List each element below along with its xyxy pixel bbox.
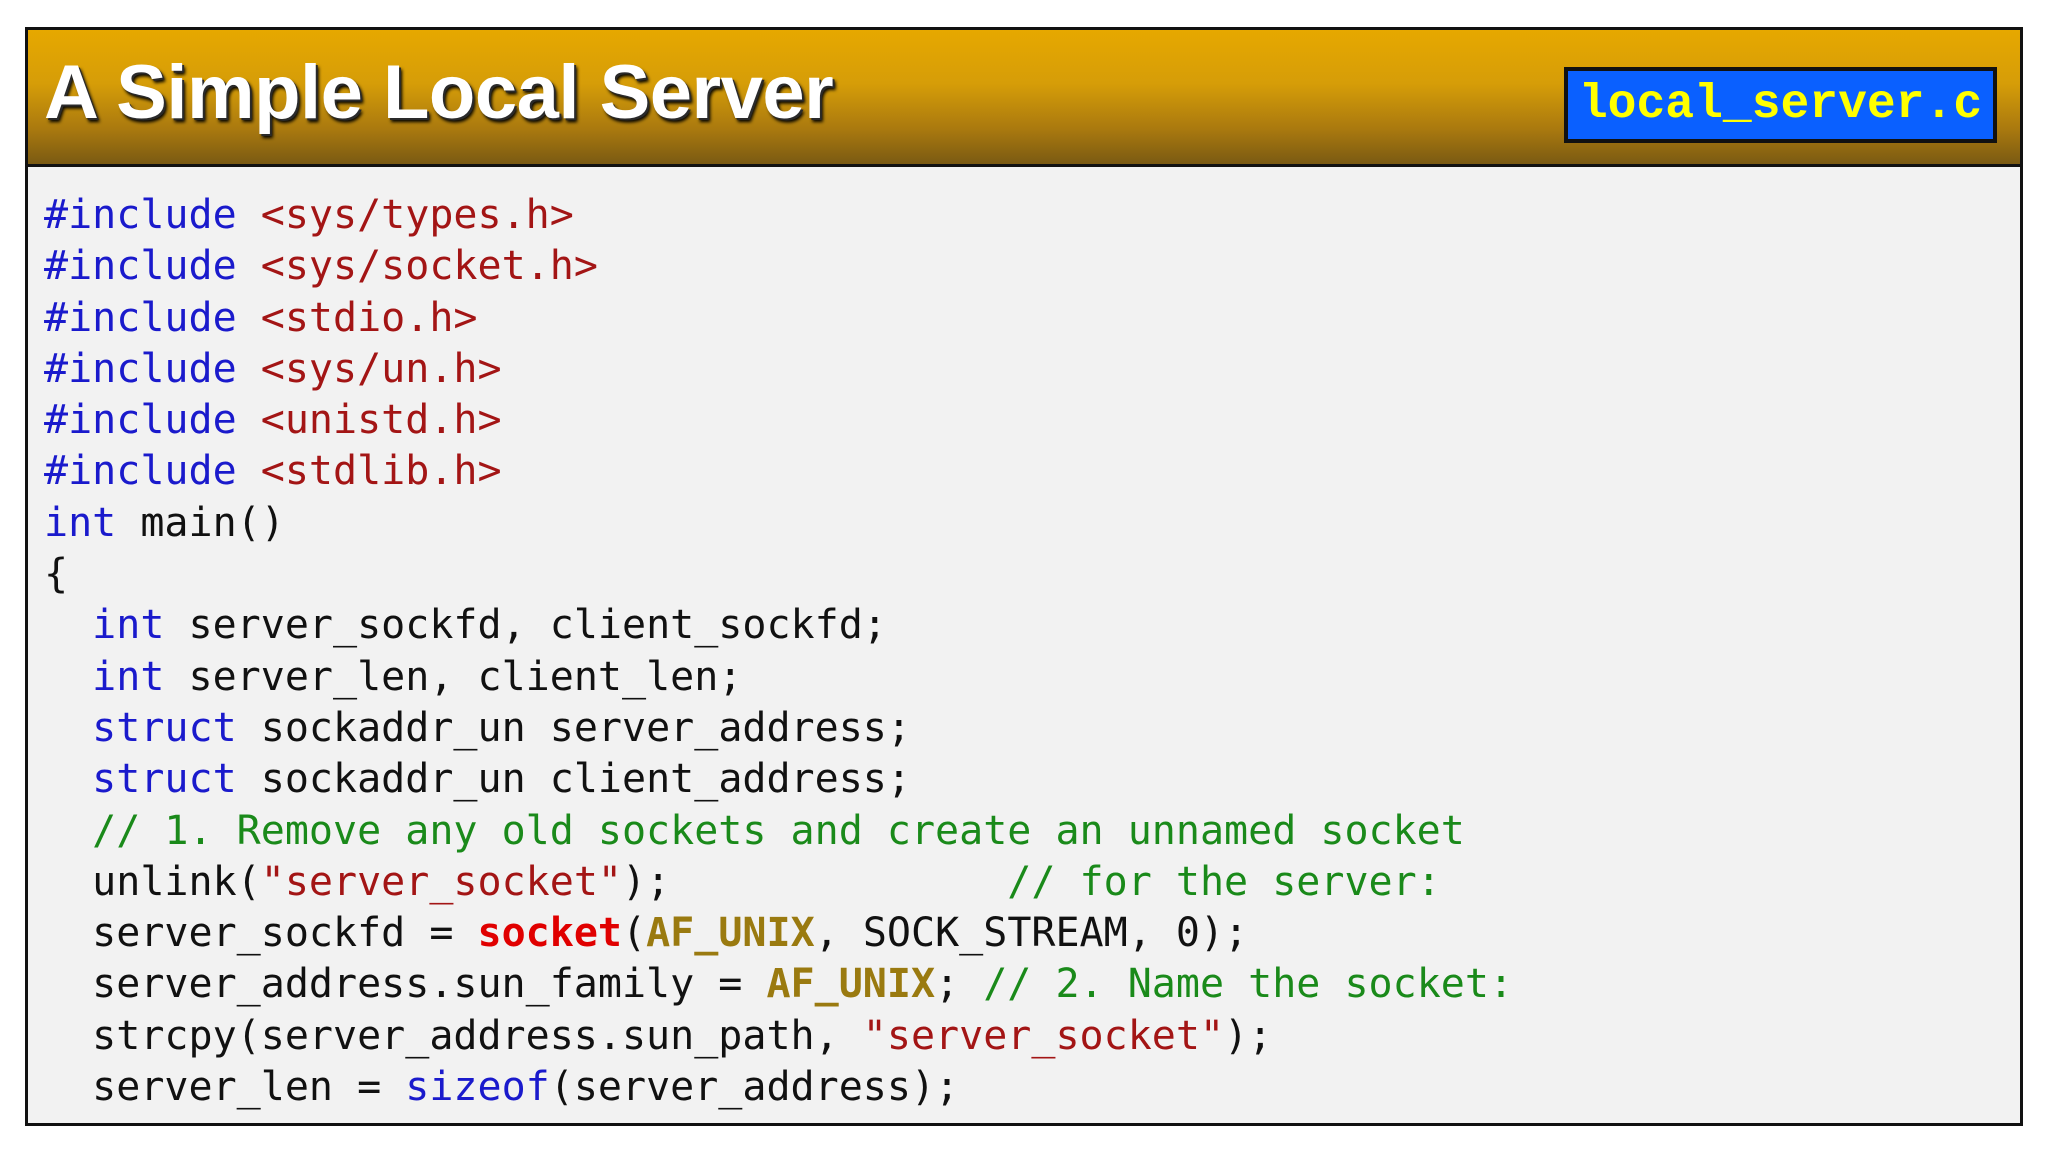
- code-header-name: <sys/types.h>: [260, 192, 574, 238]
- code-line: int main(): [44, 498, 1513, 549]
- code-header-name: <sys/un.h>: [260, 345, 502, 392]
- code-text: );: [621, 858, 1008, 905]
- code-line: struct sockaddr_un client_address;: [44, 754, 1513, 805]
- code-text: main(): [116, 499, 285, 546]
- code-string: "server_socket": [862, 1012, 1225, 1059]
- code-line: server_address.sun_family = AF_UNIX; // …: [44, 959, 1513, 1010]
- code-keyword: int: [92, 602, 165, 649]
- code-text: , SOCK_STREAM, 0);: [814, 910, 1249, 957]
- code-line: // 1. Remove any old sockets and create …: [44, 806, 1513, 857]
- code-text: server_address.sun_family =: [44, 961, 767, 1008]
- code-header-name: <unistd.h>: [260, 397, 502, 444]
- code-line: server_sockfd = socket(AF_UNIX, SOCK_STR…: [44, 908, 1513, 959]
- code-line: #include <sys/types.h>: [44, 190, 1513, 241]
- code-keyword: #include: [44, 345, 261, 392]
- code-text: strcpy(server_address.sun_path,: [44, 1012, 863, 1059]
- slide-title: A Simple Local Server: [44, 50, 834, 135]
- code-text: sockaddr_un server_address;: [236, 704, 911, 751]
- code-header-name: <stdlib.h>: [260, 448, 502, 495]
- code-block: #include <sys/types.h> #include <sys/sock…: [44, 190, 1513, 1113]
- code-header-name: <sys/socket.h>: [260, 243, 598, 290]
- code-keyword: sizeof: [405, 1064, 550, 1111]
- code-comment: // 2. Name the socket:: [983, 961, 1514, 1008]
- code-line: #include <stdlib.h>: [44, 446, 1513, 497]
- code-text: ;: [935, 961, 984, 1008]
- code-line: server_len = sizeof(server_address);: [44, 1062, 1513, 1113]
- code-keyword: #include: [44, 448, 261, 495]
- filename-badge: local_server.c: [1564, 67, 1997, 143]
- code-line: struct sockaddr_un server_address;: [44, 703, 1513, 754]
- code-macro: AF_UNIX: [766, 961, 936, 1008]
- code-line: {: [44, 549, 1513, 600]
- code-text: server_len, client_len;: [164, 653, 743, 700]
- code-text: (server_address);: [549, 1064, 960, 1111]
- code-keyword: int: [92, 653, 165, 700]
- code-comment: // 1. Remove any old sockets and create …: [92, 807, 1465, 854]
- code-keyword: struct: [92, 756, 237, 803]
- slide: A Simple Local Server local_server.c #in…: [25, 27, 2023, 1126]
- code-text: server_sockfd, client_sockfd;: [164, 602, 887, 649]
- code-header-name: <stdio.h>: [260, 294, 478, 341]
- code-line: #include <stdio.h>: [44, 293, 1513, 344]
- code-line: #include <sys/un.h>: [44, 344, 1513, 395]
- code-keyword: #include: [44, 397, 261, 444]
- code-line: strcpy(server_address.sun_path, "server_…: [44, 1011, 1513, 1062]
- slide-header: A Simple Local Server local_server.c: [28, 30, 2020, 167]
- code-text: (: [621, 910, 647, 957]
- code-comment: // for the server:: [1007, 858, 1441, 905]
- code-keyword: #include: [44, 243, 261, 290]
- code-line: #include <sys/socket.h>: [44, 241, 1513, 292]
- code-line: unlink("server_socket"); // for the serv…: [44, 857, 1513, 908]
- code-text: );: [1224, 1012, 1273, 1059]
- code-text: server_len =: [44, 1064, 406, 1111]
- code-text: unlink(: [44, 858, 261, 905]
- code-text: server_sockfd =: [44, 910, 478, 957]
- code-text: sockaddr_un client_address;: [236, 756, 911, 803]
- code-keyword: #include: [44, 192, 261, 238]
- code-keyword: struct: [92, 704, 237, 751]
- code-text: {: [44, 551, 69, 598]
- code-macro: AF_UNIX: [646, 910, 815, 957]
- code-line: #include <unistd.h>: [44, 395, 1513, 446]
- code-keyword: #include: [44, 294, 261, 341]
- code-line: int server_len, client_len;: [44, 652, 1513, 703]
- code-keyword: int: [44, 499, 117, 546]
- code-line: int server_sockfd, client_sockfd;: [44, 600, 1513, 651]
- code-function: socket: [477, 910, 622, 957]
- code-string: "server_socket": [260, 858, 622, 905]
